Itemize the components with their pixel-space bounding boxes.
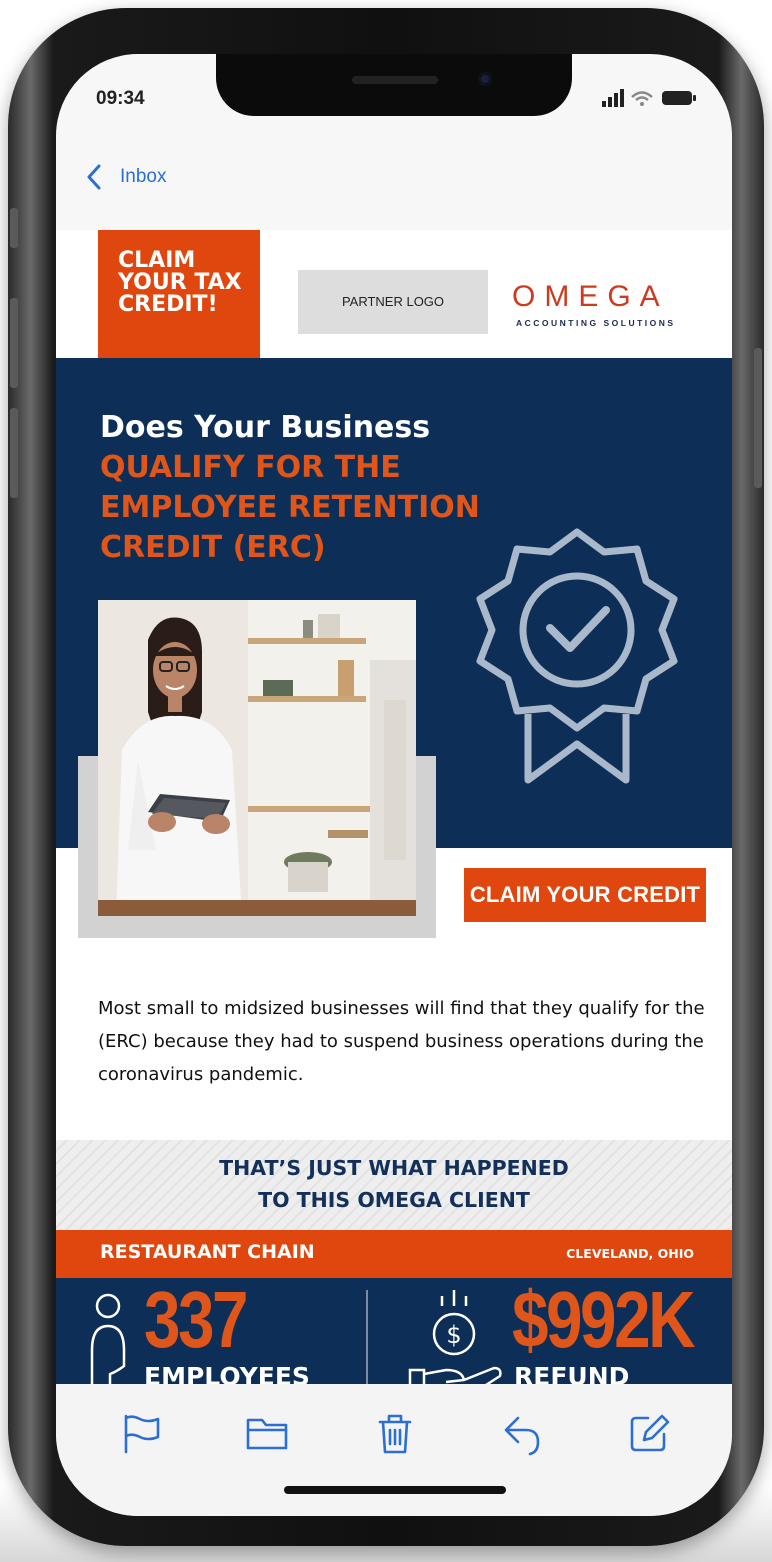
status-time: 09:34 [96, 88, 145, 109]
stats-section: 337 EMPLOYEES $ $992K REFUND [56, 1278, 732, 1386]
omega-brand-name: OMEGA [512, 280, 669, 313]
headline-orange: QUALIFY FOR THE EMPLOYEE RETENTION CREDI… [100, 450, 480, 565]
volume-up-button [10, 298, 18, 388]
body-paragraph: Most small to midsized businesses will f… [98, 998, 705, 1085]
employees-label: EMPLOYEES [144, 1362, 310, 1386]
refund-label: REFUND [514, 1362, 630, 1386]
client-heading-line1: THAT’S JUST WHAT HAPPENED [219, 1156, 569, 1180]
earpiece-speaker [352, 76, 438, 84]
mute-switch [10, 208, 18, 248]
omega-brand-subtitle: ACCOUNTING SOLUTIONS [516, 318, 676, 328]
cta-label: CLAIM YOUR CREDIT [469, 882, 701, 907]
refund-amount: $992K [512, 1275, 695, 1364]
client-location: CLEVELAND, OHIO [566, 1246, 694, 1261]
trash-icon[interactable] [372, 1410, 418, 1456]
status-icons [582, 86, 702, 110]
flag-icon[interactable] [118, 1410, 164, 1456]
mail-toolbar [56, 1384, 732, 1516]
volume-down-button [10, 408, 18, 498]
employees-count: 337 [144, 1275, 249, 1364]
phone-screen: 09:34 Inbox CLAIM YOUR TAX CREDIT! PARTN… [56, 54, 732, 1516]
partner-logo-text: PARTNER LOGO [341, 294, 445, 309]
email-body: CLAIM YOUR TAX CREDIT! PARTNER LOGO OMEG… [56, 230, 732, 1386]
photo-illustration [98, 600, 416, 916]
power-button [754, 348, 762, 488]
home-indicator[interactable] [284, 1486, 506, 1494]
notch [216, 54, 572, 116]
phone-frame: 09:34 Inbox CLAIM YOUR TAX CREDIT! PARTN… [8, 8, 764, 1546]
client-heading-band: THAT’S JUST WHAT HAPPENED TO THIS OMEGA … [56, 1140, 732, 1230]
front-camera [478, 72, 492, 86]
reply-icon[interactable] [500, 1410, 546, 1456]
claim-your-credit-button[interactable]: CLAIM YOUR CREDIT [464, 868, 706, 922]
compose-icon[interactable] [626, 1410, 672, 1456]
omega-logo: OMEGA ACCOUNTING SOLUTIONS [512, 280, 702, 330]
partner-logo-placeholder: PARTNER LOGO [298, 270, 488, 334]
woman-with-tablet-photo [98, 600, 416, 916]
award-badge-icon [476, 528, 678, 784]
inbox-label: Inbox [120, 166, 167, 187]
folder-icon[interactable] [244, 1410, 290, 1456]
person-icon [90, 1293, 126, 1386]
headline-white: Does Your Business [100, 410, 431, 445]
client-info-bar: RESTAURANT CHAIN CLEVELAND, OHIO [56, 1230, 732, 1278]
claim-tax-credit-text: CLAIM YOUR TAX CREDIT! [118, 248, 242, 317]
svg-text:$: $ [446, 1321, 461, 1349]
signal-icon [602, 89, 696, 107]
money-hand-icon: $ [408, 1290, 502, 1386]
client-heading-line2: TO THIS OMEGA CLIENT [258, 1188, 530, 1212]
client-type: RESTAURANT CHAIN [100, 1241, 315, 1263]
stats-divider [366, 1290, 368, 1386]
claim-tax-credit-banner: CLAIM YOUR TAX CREDIT! [98, 230, 260, 358]
chevron-left-icon [87, 164, 101, 190]
